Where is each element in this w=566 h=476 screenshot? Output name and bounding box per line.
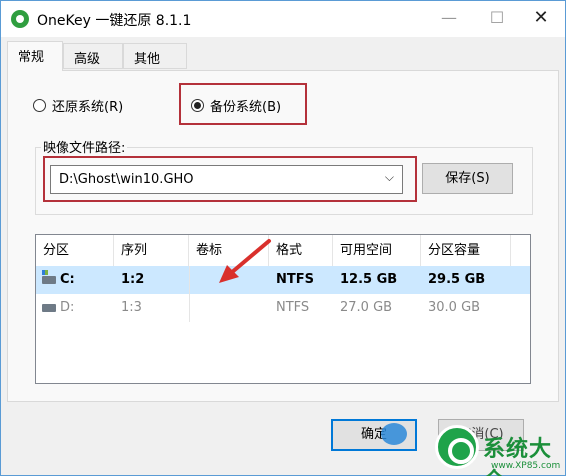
column-divider — [189, 266, 190, 322]
window-title: OneKey 一键还原 8.1.1 — [37, 13, 192, 29]
table-row[interactable]: C: 1:2 NTFS 12.5 GB 29.5 GB — [36, 266, 530, 294]
restore-system-label: 还原系统(R) — [52, 99, 124, 115]
table-header: 分区 序列 卷标 格式 可用空间 分区容量 — [36, 235, 530, 266]
column-header-partition[interactable]: 分区 — [36, 235, 114, 266]
app-logo-icon — [11, 10, 29, 28]
cell-drive: D: — [60, 300, 75, 315]
cursor-blob-icon — [381, 423, 407, 445]
partition-table: 分区 序列 卷标 格式 可用空间 分区容量 C: 1:2 NTFS 12.5 G… — [35, 234, 531, 384]
app-window: OneKey 一键还原 8.1.1 — ☐ ✕ 常规 高级 其他 还原系统(R)… — [0, 0, 566, 476]
column-header-free-space[interactable]: 可用空间 — [333, 235, 421, 266]
image-path-group-label: 映像文件路径: — [41, 137, 128, 156]
radio-circle-icon — [33, 98, 46, 112]
column-header-index[interactable]: 序列 — [114, 235, 189, 266]
radio-checked-icon — [191, 98, 204, 112]
cell-capacity: 29.5 GB — [428, 272, 486, 287]
tab-advanced[interactable]: 高级 — [63, 43, 123, 69]
cell-format: NTFS — [276, 272, 314, 287]
watermark-url: www.XP85.com — [491, 461, 561, 471]
table-row[interactable]: D: 1:3 NTFS 27.0 GB 30.0 GB — [36, 294, 530, 322]
column-header-capacity[interactable]: 分区容量 — [421, 235, 511, 266]
cell-free: 12.5 GB — [340, 272, 398, 287]
column-header-format[interactable]: 格式 — [269, 235, 333, 266]
cell-index: 1:2 — [121, 272, 145, 287]
red-arrow-annotation — [219, 239, 271, 283]
site-watermark: 系统大全 www.XP85.com — [431, 419, 566, 476]
close-button[interactable]: ✕ — [517, 1, 565, 37]
watermark-logo-icon — [435, 425, 479, 469]
tab-general[interactable]: 常规 — [7, 41, 63, 71]
chevron-down-icon[interactable]: ⌵ — [385, 170, 394, 185]
cell-drive: C: — [60, 272, 75, 287]
image-path-dropdown[interactable]: D:\Ghost\win10.GHO ⌵ — [50, 165, 403, 194]
restore-system-radio[interactable]: 还原系统(R) — [33, 94, 123, 116]
cell-format: NTFS — [276, 300, 310, 315]
backup-system-radio[interactable]: 备份系统(B) — [191, 94, 281, 116]
minimize-button[interactable]: — — [425, 1, 473, 37]
save-button[interactable]: 保存(S) — [422, 163, 513, 194]
column-header-filler — [511, 235, 530, 266]
cell-free: 27.0 GB — [340, 300, 393, 315]
tab-other[interactable]: 其他 — [123, 43, 187, 69]
image-path-value: D:\Ghost\win10.GHO — [59, 172, 194, 187]
cell-label — [189, 294, 269, 322]
backup-system-label: 备份系统(B) — [210, 99, 282, 115]
title-bar[interactable]: OneKey 一键还原 8.1.1 — ☐ ✕ — [1, 1, 565, 37]
maximize-button[interactable]: ☐ — [473, 1, 521, 37]
cell-capacity: 30.0 GB — [428, 300, 481, 315]
cell-index: 1:3 — [121, 300, 142, 315]
